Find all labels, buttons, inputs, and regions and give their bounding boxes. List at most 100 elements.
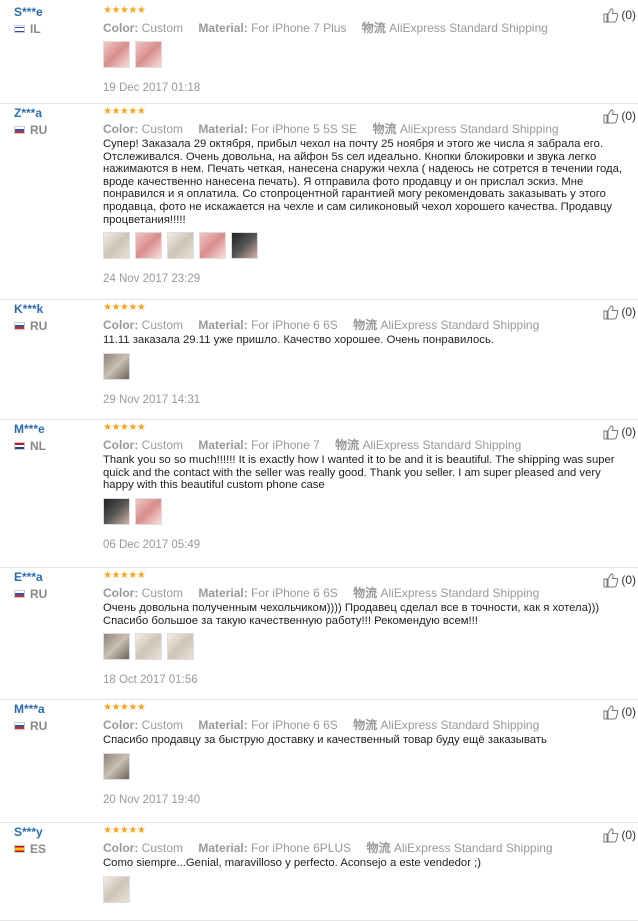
country-code: RU	[30, 587, 48, 601]
review-item: M***a RU ★★★★★ Color: Custom Material: For …	[0, 700, 638, 823]
review-photo-thumbnail[interactable]	[167, 232, 194, 260]
review-photo-thumbnail[interactable]	[103, 497, 130, 525]
helpful-button[interactable]: (0)	[603, 304, 636, 320]
review-photo-thumbnail[interactable]	[135, 41, 162, 68]
material-value: For iPhone 6 6S	[251, 586, 338, 600]
review-photos	[103, 232, 258, 260]
color-value: Custom	[141, 841, 184, 855]
color-value: Custom	[141, 122, 184, 136]
shipping-value: AliExpress Standard Shipping	[380, 718, 540, 732]
thumbs-up-icon[interactable]	[603, 108, 619, 124]
material-label: Material:	[198, 21, 248, 35]
shipping-label: 物流	[353, 318, 378, 332]
review-item: S***e IL ★★★★★ Color: Custom Material: For …	[0, 3, 638, 104]
review-item: K***k RU ★★★★★ Color: Custom Material: For …	[0, 300, 638, 420]
review-photo-thumbnail[interactable]	[103, 41, 130, 68]
material-label: Material:	[198, 586, 248, 600]
review-date: 20 Nov 2017 19:40	[103, 793, 201, 806]
helpful-button[interactable]: (0)	[603, 108, 636, 124]
color-value: Custom	[141, 318, 184, 332]
material-value: For iPhone 7 Plus	[251, 21, 347, 35]
helpful-button[interactable]: (0)	[603, 572, 636, 588]
order-attributes: Color: Custom Material: For iPhone 5 5S …	[103, 120, 571, 137]
review-photo-thumbnail[interactable]	[135, 497, 162, 525]
color-label: Color:	[103, 438, 139, 452]
reviewer-country: ES	[14, 842, 46, 856]
shipping-value: AliExpress Standard Shipping	[393, 841, 553, 855]
country-code: NL	[30, 439, 46, 453]
review-photo-thumbnail[interactable]	[103, 352, 130, 380]
material-label: Material:	[198, 718, 248, 732]
helpful-button[interactable]: (0)	[603, 704, 636, 720]
review-photos	[103, 352, 130, 380]
review-photos	[103, 875, 130, 903]
review-photo-thumbnail[interactable]	[103, 232, 130, 260]
review-photo-thumbnail[interactable]	[103, 752, 130, 780]
review-date: 19 Dec 2017 01:18	[103, 82, 201, 94]
helpful-button[interactable]: (0)	[603, 7, 636, 23]
review-photo-thumbnail[interactable]	[135, 633, 162, 661]
country-flag-icon	[14, 442, 25, 450]
color-label: Color:	[103, 318, 139, 332]
order-attributes: Color: Custom Material: For iPhone 6 6S …	[103, 584, 551, 601]
material-value: For iPhone 6PLUS	[251, 841, 352, 855]
thumbs-up-icon[interactable]	[603, 304, 619, 320]
helpful-count: (0)	[621, 109, 636, 123]
order-attributes: Color: Custom Material: For iPhone 6PLUS…	[103, 839, 565, 856]
review-text: Como siempre...Genial, maravilloso y per…	[103, 857, 481, 869]
order-attributes: Color: Custom Material: For iPhone 6 6S …	[103, 316, 551, 333]
thumbs-up-icon[interactable]	[603, 827, 619, 843]
shipping-value: AliExpress Standard Shipping	[362, 438, 522, 452]
reviewer-country: RU	[14, 587, 47, 601]
country-code: RU	[30, 123, 48, 137]
review-item: E***a RU ★★★★★ Color: Custom Material: For …	[0, 568, 638, 700]
reviewer-country: RU	[14, 319, 47, 333]
star-rating: ★★★★★	[103, 702, 146, 713]
country-code: IL	[30, 22, 41, 36]
review-photos	[103, 752, 130, 780]
color-label: Color:	[103, 841, 139, 855]
helpful-count: (0)	[621, 705, 636, 719]
reviewer-name: K***k	[14, 302, 44, 316]
reviewer-country: IL	[14, 22, 41, 36]
review-photo-thumbnail[interactable]	[135, 232, 162, 260]
reviewer-name: E***a	[14, 570, 43, 584]
thumbs-up-icon[interactable]	[603, 704, 619, 720]
thumbs-up-icon[interactable]	[603, 424, 619, 440]
color-label: Color:	[103, 122, 139, 136]
thumbs-up-icon[interactable]	[603, 572, 619, 588]
review-item: S***y ES ★★★★★ Color: Custom Material: For …	[0, 823, 638, 921]
color-value: Custom	[141, 21, 184, 35]
review-photo-thumbnail[interactable]	[167, 633, 194, 661]
reviewer-name: M***a	[14, 702, 45, 716]
star-rating: ★★★★★	[103, 570, 146, 581]
country-flag-icon	[14, 845, 25, 853]
review-photo-thumbnail[interactable]	[103, 875, 130, 903]
review-photo-thumbnail[interactable]	[199, 232, 226, 260]
order-attributes: Color: Custom Material: For iPhone 6 6S …	[103, 716, 551, 733]
helpful-button[interactable]: (0)	[603, 827, 636, 843]
shipping-label: 物流	[361, 21, 386, 35]
review-photo-thumbnail[interactable]	[103, 633, 130, 661]
review-photo-thumbnail[interactable]	[231, 232, 258, 260]
thumbs-up-icon[interactable]	[603, 7, 619, 23]
color-value: Custom	[141, 438, 184, 452]
reviewer-name: Z***a	[14, 106, 43, 120]
review-item: M***e NL ★★★★★ Color: Custom Material: For …	[0, 420, 638, 568]
star-rating: ★★★★★	[103, 302, 146, 313]
shipping-label: 物流	[353, 586, 378, 600]
material-label: Material:	[198, 318, 248, 332]
shipping-value: AliExpress Standard Shipping	[389, 21, 548, 35]
material-value: For iPhone 6 6S	[251, 318, 338, 332]
material-label: Material:	[198, 122, 248, 136]
country-flag-icon	[14, 590, 25, 598]
review-photos	[103, 633, 194, 661]
review-text: Спасибо продавцу за быструю доставку и к…	[103, 734, 547, 746]
reviewer-name: S***y	[14, 825, 43, 839]
country-code: RU	[30, 719, 48, 733]
material-label: Material:	[198, 438, 248, 452]
color-label: Color:	[103, 718, 139, 732]
helpful-button[interactable]: (0)	[603, 424, 636, 440]
review-item: Z***a RU ★★★★★ Color: Custom Material: For …	[0, 104, 638, 300]
shipping-value: AliExpress Standard Shipping	[380, 318, 540, 332]
